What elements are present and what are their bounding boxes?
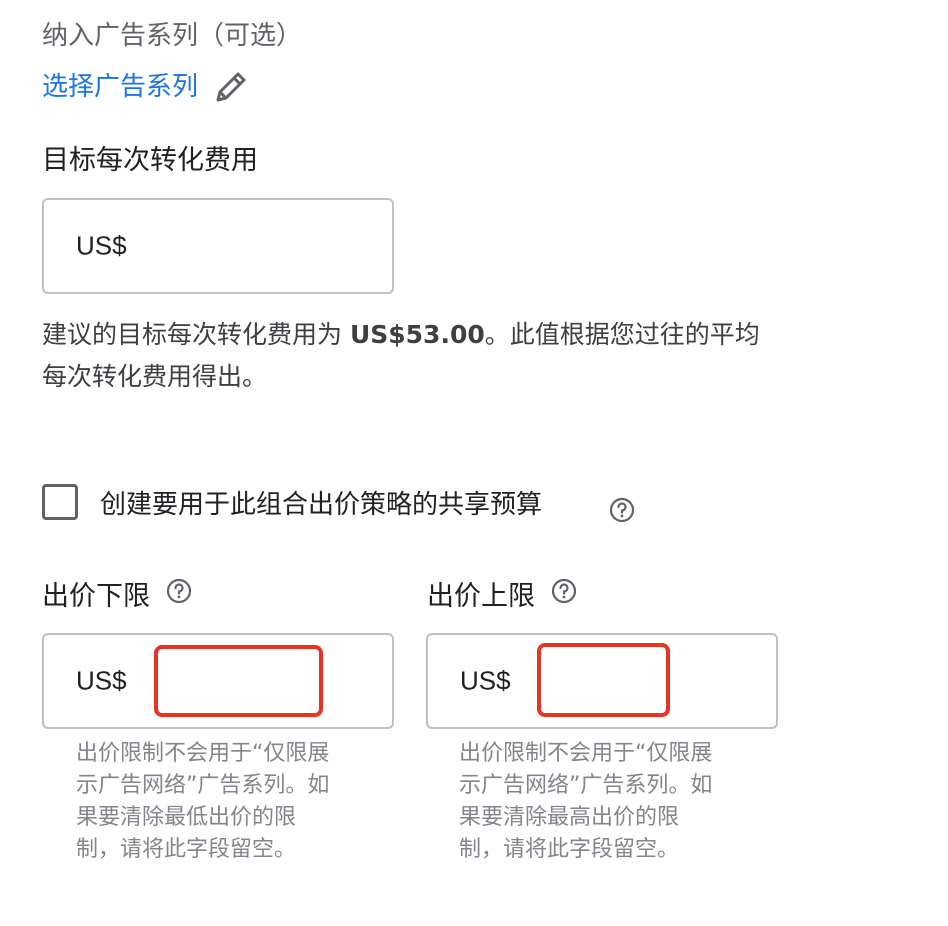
target-cpa-field[interactable]: US$	[42, 198, 394, 294]
bid-floor-help-icon[interactable]	[166, 578, 192, 604]
help-circle-icon[interactable]	[609, 497, 635, 523]
bid-floor-highlight	[154, 645, 323, 717]
target-cpa-suggestion: 建议的目标每次转化费用为 US$53.00。此值根据您过往的平均	[42, 316, 760, 354]
select-campaigns-row[interactable]: 选择广告系列	[42, 68, 250, 106]
bid-floor-note-line: 示广告网络”广告系列。如	[76, 773, 330, 798]
bid-ceiling-help-icon[interactable]	[551, 578, 577, 604]
bid-ceiling-note: 出价限制不会用于“仅限展 示广告网络”广告系列。如 果要清除最高出价的限 制，请…	[459, 738, 759, 866]
shared-budget-checkbox[interactable]	[42, 484, 78, 520]
target-cpa-currency: US$	[76, 230, 127, 261]
bid-ceiling-note-line: 果要清除最高出价的限	[459, 805, 680, 830]
pencil-icon[interactable]	[212, 68, 250, 106]
bid-ceiling-title: 出价上限	[427, 581, 535, 612]
bid-floor-note: 出价限制不会用于“仅限展 示广告网络”广告系列。如 果要清除最低出价的限 制，请…	[76, 738, 376, 866]
suggestion-prefix: 建议的目标每次转化费用为	[42, 320, 350, 349]
bid-floor-note-line: 果要清除最低出价的限	[76, 805, 297, 830]
target-cpa-title: 目标每次转化费用	[42, 145, 258, 176]
shared-budget-label[interactable]: 创建要用于此组合出价策略的共享预算	[100, 484, 542, 521]
select-campaigns-link[interactable]: 选择广告系列	[42, 69, 198, 105]
bid-ceiling-note-line: 出价限制不会用于“仅限展	[459, 741, 713, 766]
bid-floor-title: 出价下限	[42, 581, 150, 612]
bid-floor-note-line: 出价限制不会用于“仅限展	[76, 741, 330, 766]
bid-ceiling-currency: US$	[460, 665, 511, 696]
bid-ceiling-highlight	[537, 643, 670, 717]
bid-floor-currency: US$	[76, 665, 127, 696]
bid-ceiling-note-line: 示广告网络”广告系列。如	[459, 773, 713, 798]
suggestion-line2: 每次转化费用得出。	[42, 362, 268, 391]
bid-ceiling-note-line: 制，请将此字段留空。	[459, 837, 680, 862]
campaigns-label: 纳入广告系列（可选）	[42, 21, 303, 51]
suggested-amount: US$53.00	[349, 320, 485, 349]
bid-floor-note-line: 制，请将此字段留空。	[76, 837, 297, 862]
suggestion-suffix: 。此值根据您过往的平均	[484, 320, 760, 349]
target-cpa-input[interactable]	[144, 230, 378, 268]
